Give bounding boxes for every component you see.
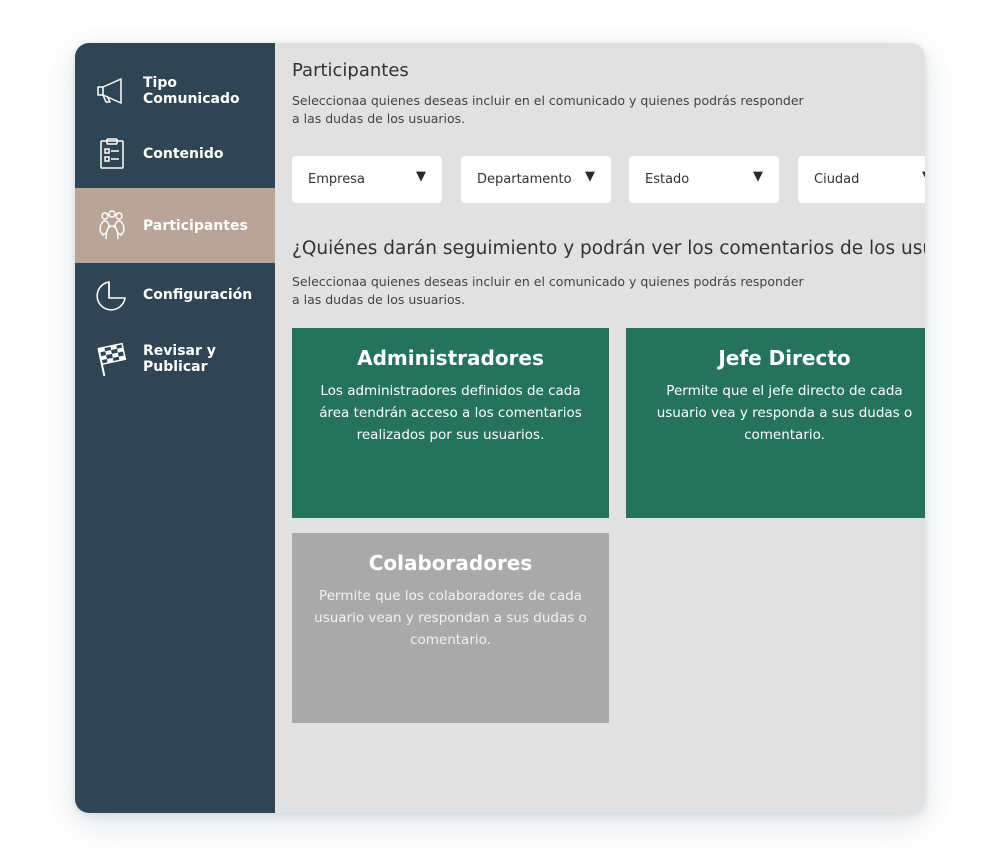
page-title: Participantes — [292, 60, 409, 81]
sidebar-item-label: Contenido — [143, 146, 224, 162]
main-content: Participantes Seleccionaa quienes deseas… — [275, 43, 925, 813]
card-text: Los administradores definidos de cada ár… — [319, 383, 582, 443]
section-description: Seleccionaa quienes deseas incluir en el… — [292, 274, 804, 307]
filter-label: Departamento — [477, 172, 572, 187]
filter-label: Empresa — [308, 172, 365, 187]
sidebar-item-revisar-publicar[interactable]: Revisar y Publicar — [75, 333, 275, 385]
page-description: Seleccionaa quienes deseas incluir en el… — [292, 93, 804, 126]
filter-label: Estado — [645, 172, 690, 187]
sidebar-item-contenido[interactable]: Contenido — [75, 133, 275, 175]
sidebar-item-participantes[interactable]: Participantes — [75, 188, 275, 263]
megaphone-icon — [93, 72, 131, 110]
pie-chart-icon — [93, 276, 131, 314]
card-colaboradores[interactable]: Colaboradores Permite que los colaborado… — [292, 533, 609, 723]
filter-label: Ciudad — [814, 172, 860, 187]
sidebar-item-configuracion[interactable]: Configuración — [75, 273, 275, 317]
checkered-flag-icon — [93, 340, 131, 378]
section-title: ¿Quiénes darán seguimiento y podrán ver … — [292, 238, 925, 259]
dropdown-arrow-icon: ▼ — [416, 169, 426, 184]
filter-estado-dropdown[interactable]: Estado ▼ — [629, 156, 779, 203]
app-window: Tipo Comunicado Contenido Participantes … — [75, 43, 925, 813]
card-title: Administradores — [357, 346, 544, 370]
card-text: Permite que los colaboradores de cada us… — [314, 588, 587, 648]
sidebar-item-tipo-comunicado[interactable]: Tipo Comunicado — [75, 65, 275, 117]
card-text: Permite que el jefe directo de cada usua… — [656, 383, 913, 443]
filter-empresa-dropdown[interactable]: Empresa ▼ — [292, 156, 442, 203]
dropdown-arrow-icon: ▼ — [753, 169, 763, 184]
filter-ciudad-dropdown[interactable]: Ciudad ▼ — [798, 156, 925, 203]
sidebar-item-label: Participantes — [143, 217, 248, 234]
clipboard-icon — [93, 135, 131, 173]
sidebar-item-label: Revisar y Publicar — [143, 343, 216, 375]
card-jefe-directo[interactable]: Jefe Directo Permite que el jefe directo… — [626, 328, 925, 518]
sidebar: Tipo Comunicado Contenido Participantes … — [75, 43, 275, 813]
card-administradores[interactable]: Administradores Los administradores defi… — [292, 328, 609, 518]
card-title: Jefe Directo — [718, 346, 851, 370]
dropdown-arrow-icon: ▼ — [922, 169, 925, 184]
dropdown-arrow-icon: ▼ — [585, 169, 595, 184]
filter-departamento-dropdown[interactable]: Departamento ▼ — [461, 156, 611, 203]
sidebar-item-label: Tipo Comunicado — [143, 75, 240, 107]
sidebar-item-label: Configuración — [143, 287, 253, 303]
card-title: Colaboradores — [368, 551, 533, 575]
users-icon — [93, 207, 131, 245]
